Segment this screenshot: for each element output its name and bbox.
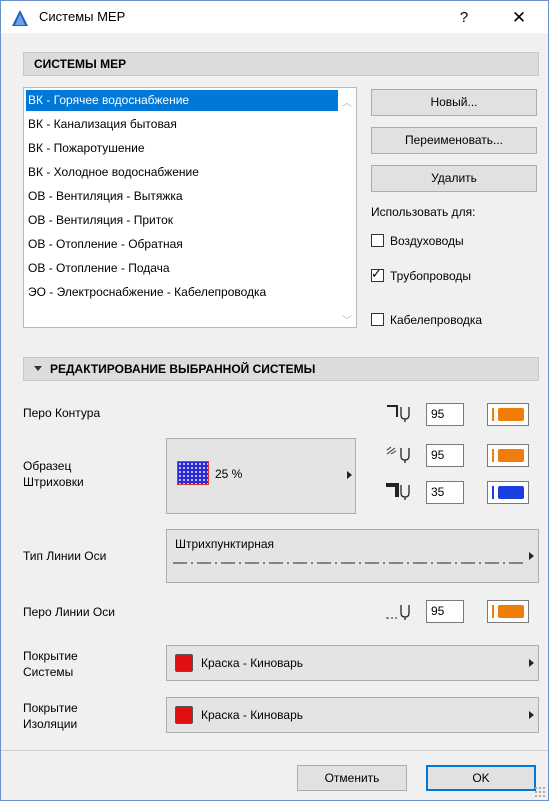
axis-pen-label: Перо Линии Оси [23,605,115,619]
system-list-item[interactable]: ОВ - Вентиляция - Приток [26,210,338,231]
pen-color-block [498,449,524,462]
hatch-pattern-percent: 25 % [215,467,243,481]
contour-pen-number[interactable]: 95 [426,403,464,426]
pen-color-block [498,408,524,421]
pen-color-bar [492,486,494,499]
dash-dot-line-sample-icon [173,562,527,564]
ducts-checkbox-label[interactable]: Воздуховоды [390,234,464,248]
close-button[interactable]: ✕ [501,5,537,31]
axis-pen-number[interactable]: 95 [426,600,464,623]
hatch-label-line1: Образец [23,459,72,473]
rename-system-button[interactable]: Переименовать... [371,127,537,154]
axis-line-type-value: Штрихпунктирная [175,537,275,551]
popup-arrow-icon [529,552,534,560]
archicad-app-icon [12,10,28,26]
surface-color-swatch [175,706,193,724]
hatch-bg-pen-number[interactable]: 35 [426,481,464,504]
contour-pen-color-swatch[interactable] [487,403,529,426]
collapse-triangle-icon [34,366,42,371]
axis-pen-color-swatch[interactable] [487,600,529,623]
system-list-item[interactable]: ВК - Канализация бытовая [26,114,338,135]
edit-section-header[interactable]: РЕДАКТИРОВАНИЕ ВЫБРАННОЙ СИСТЕМЫ [23,357,539,381]
systems-list[interactable]: ВК - Горячее водоснабжение ВК - Канализа… [23,87,357,328]
hatch-fg-pen-color-swatch[interactable] [487,444,529,467]
ok-button[interactable]: OK [426,765,536,791]
cable-trays-checkbox[interactable] [371,313,384,326]
edit-section-title: РЕДАКТИРОВАНИЕ ВЫБРАННОЙ СИСТЕМЫ [50,362,316,376]
delete-system-button[interactable]: Удалить [371,165,537,192]
footer-divider [1,750,548,751]
system-surface-value: Краска - Киноварь [201,656,304,670]
pen-hatch-bg-icon [386,483,410,500]
checkmark-icon: ✓ [371,266,382,281]
new-system-button[interactable]: Новый... [371,89,537,116]
pen-axis-icon [386,605,410,620]
system-list-item[interactable]: ОВ - Отопление - Подача [26,258,338,279]
use-for-label: Использовать для: [371,205,476,219]
pen-color-bar [492,408,494,421]
system-list-item[interactable]: ВК - Пожаротушение [26,138,338,159]
axis-line-type-label: Тип Линии Оси [23,549,107,563]
help-button[interactable]: ? [449,5,479,31]
cable-trays-checkbox-label[interactable]: Кабелепроводка [390,313,482,327]
surface-color-swatch [175,654,193,672]
pen-color-block [498,605,524,618]
pen-color-bar [492,449,494,462]
popup-arrow-icon [347,471,352,479]
systems-section-header: СИСТЕМЫ MEP [23,52,539,76]
system-list-item[interactable]: ЭО - Электроснабжение - Кабелепроводка [26,282,338,303]
system-surface-picker[interactable]: Краска - Киноварь [166,645,539,681]
system-list-item[interactable]: ВК - Горячее водоснабжение [26,90,338,111]
cancel-button[interactable]: Отменить [297,765,407,791]
system-list-item[interactable]: ВК - Холодное водоснабжение [26,162,338,183]
popup-arrow-icon [529,659,534,667]
hatch-pattern-swatch [177,461,209,485]
hatch-fg-pen-number[interactable]: 95 [426,444,464,467]
insulation-surface-label-line2: Изоляции [23,717,78,731]
resize-grip-icon[interactable] [534,786,546,798]
insulation-surface-label-line1: Покрытие [23,701,78,715]
pen-hatch-fg-icon [386,446,410,463]
system-list-item[interactable]: ОВ - Вентиляция - Вытяжка [26,186,338,207]
system-list-item[interactable]: ОВ - Отопление - Обратная [26,234,338,255]
system-surface-label-line2: Системы [23,665,74,679]
pipes-checkbox[interactable]: ✓ [371,266,384,282]
pen-contour-icon [387,405,410,422]
scroll-down-icon[interactable]: ﹀ [340,312,354,327]
pen-color-block [498,486,524,499]
hatch-label-line2: Штриховки [23,475,84,489]
scroll-up-icon[interactable]: ︿ [340,94,354,109]
title-bar: Системы MEP ? ✕ [1,1,548,33]
contour-pen-label: Перо Контура [23,406,101,420]
popup-arrow-icon [529,711,534,719]
window-title: Системы MEP [39,9,126,24]
systems-section-title: СИСТЕМЫ MEP [34,57,127,71]
mep-systems-dialog: Системы MEP ? ✕ СИСТЕМЫ MEP ВК - Горячее… [0,0,549,801]
insulation-surface-picker[interactable]: Краска - Киноварь [166,697,539,733]
pen-color-bar [492,605,494,618]
system-surface-label-line1: Покрытие [23,649,78,663]
axis-line-type-picker[interactable]: Штрихпунктирная [166,529,539,583]
insulation-surface-value: Краска - Киноварь [201,708,304,722]
pipes-checkbox-label[interactable]: Трубопроводы [390,269,471,283]
hatch-bg-pen-color-swatch[interactable] [487,481,529,504]
hatch-pattern-picker[interactable]: 25 % [166,438,356,514]
ducts-checkbox[interactable] [371,234,384,247]
